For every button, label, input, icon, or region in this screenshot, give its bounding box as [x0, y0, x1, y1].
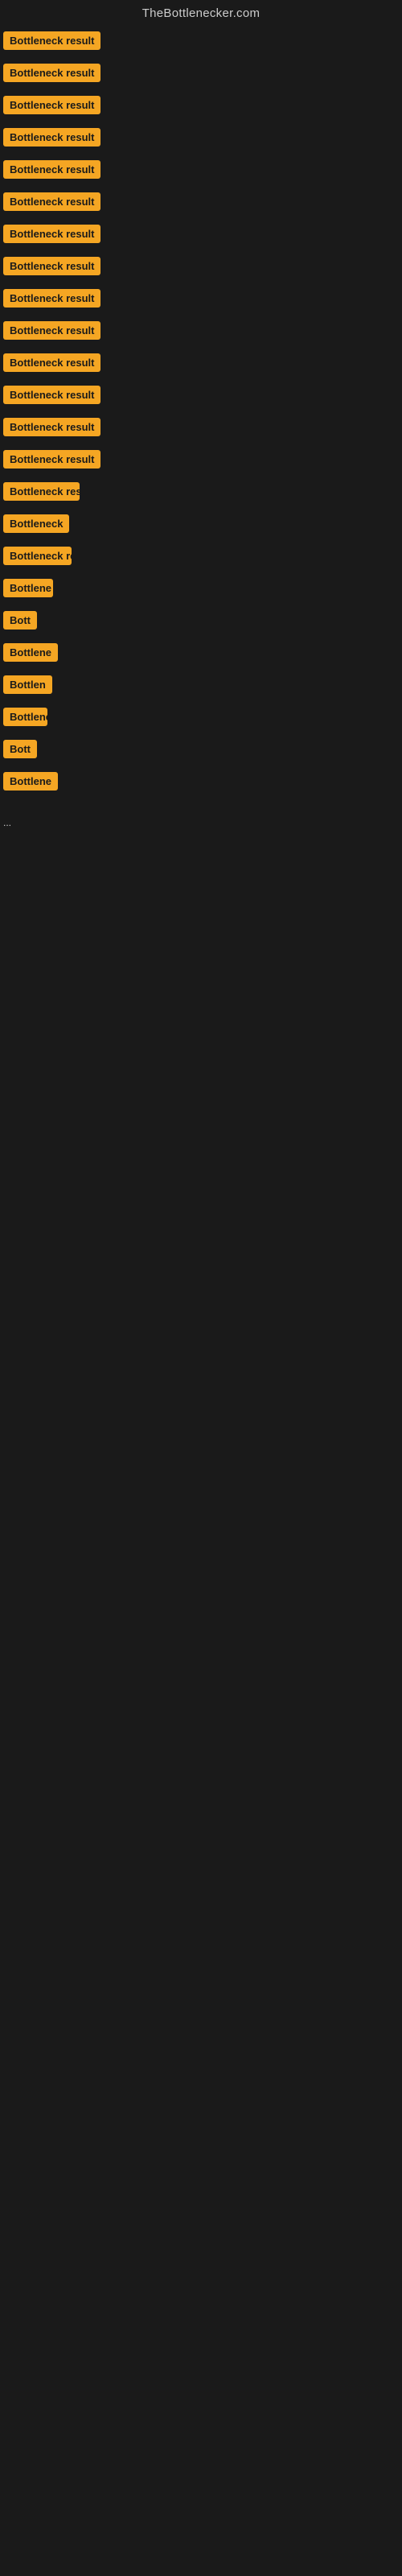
list-item[interactable]: Bottleneck result: [2, 445, 400, 477]
list-item[interactable]: Bottleneck result: [2, 188, 400, 220]
list-item[interactable]: Bottleneck result: [2, 220, 400, 252]
list-item[interactable]: Bottleneck result: [2, 91, 400, 123]
bottleneck-badge[interactable]: Bottlene: [3, 772, 58, 791]
ellipsis-indicator: ...: [0, 811, 402, 835]
list-item[interactable]: Bottleneck: [2, 703, 400, 735]
bottleneck-badge[interactable]: Bottleneck result: [3, 321, 100, 340]
list-item[interactable]: Bottleneck result: [2, 381, 400, 413]
list-item[interactable]: Bottlen: [2, 671, 400, 703]
bottleneck-list: Bottleneck result Bottleneck result Bottle…: [0, 23, 402, 803]
bottleneck-badge[interactable]: Bottleneck result: [3, 160, 100, 179]
bottleneck-badge[interactable]: Bottleneck result: [3, 96, 100, 114]
bottleneck-badge[interactable]: Bottlen: [3, 675, 52, 694]
list-item[interactable]: Bott: [2, 735, 400, 767]
bottleneck-badge[interactable]: Bott: [3, 740, 37, 758]
list-item[interactable]: Bottleneck result: [2, 252, 400, 284]
bottleneck-badge[interactable]: Bottlene: [3, 643, 58, 662]
bottleneck-badge[interactable]: Bottleneck result: [3, 418, 100, 436]
list-item[interactable]: Bottleneck result: [2, 59, 400, 91]
bottleneck-badge[interactable]: Bottleneck result: [3, 450, 100, 469]
list-item[interactable]: Bottleneck result: [2, 413, 400, 445]
bottleneck-badge[interactable]: Bottleneck result: [3, 128, 100, 147]
bottleneck-badge[interactable]: Bottleneck result: [3, 386, 100, 404]
bottleneck-badge[interactable]: Bottleneck result: [3, 192, 100, 211]
list-item[interactable]: Bottleneck result: [2, 123, 400, 155]
bottleneck-badge[interactable]: Bottleneck: [3, 514, 69, 533]
bottleneck-badge[interactable]: Bottleneck res: [3, 482, 80, 501]
bottleneck-badge[interactable]: Bottleneck result: [3, 257, 100, 275]
list-item[interactable]: Bottleneck re: [2, 542, 400, 574]
bottleneck-badge[interactable]: Bottleneck re: [3, 547, 72, 565]
site-title: TheBottlenecker.com: [0, 0, 402, 23]
list-item[interactable]: Bottleneck: [2, 510, 400, 542]
list-item[interactable]: Bottleneck result: [2, 349, 400, 381]
bottleneck-badge[interactable]: Bottleneck result: [3, 31, 100, 50]
list-item[interactable]: Bottleneck result: [2, 27, 400, 59]
bottleneck-badge[interactable]: Bottleneck result: [3, 289, 100, 308]
bottleneck-badge[interactable]: Bottleneck result: [3, 64, 100, 82]
list-item[interactable]: Bottleneck res: [2, 477, 400, 510]
bottleneck-badge[interactable]: Bottleneck result: [3, 353, 100, 372]
bottleneck-badge[interactable]: Bottlene: [3, 579, 53, 597]
list-item[interactable]: Bottleneck result: [2, 284, 400, 316]
list-item[interactable]: Bottleneck result: [2, 155, 400, 188]
list-item[interactable]: Bottlene: [2, 574, 400, 606]
bottleneck-badge[interactable]: Bott: [3, 611, 37, 630]
list-item[interactable]: Bottleneck result: [2, 316, 400, 349]
bottleneck-badge[interactable]: Bottleneck: [3, 708, 47, 726]
list-item[interactable]: Bottlene: [2, 767, 400, 799]
list-item[interactable]: Bottlene: [2, 638, 400, 671]
page-wrapper: TheBottlenecker.com Bottleneck resultBot…: [0, 0, 402, 835]
bottleneck-badge[interactable]: Bottleneck result: [3, 225, 100, 243]
list-item[interactable]: Bott: [2, 606, 400, 638]
